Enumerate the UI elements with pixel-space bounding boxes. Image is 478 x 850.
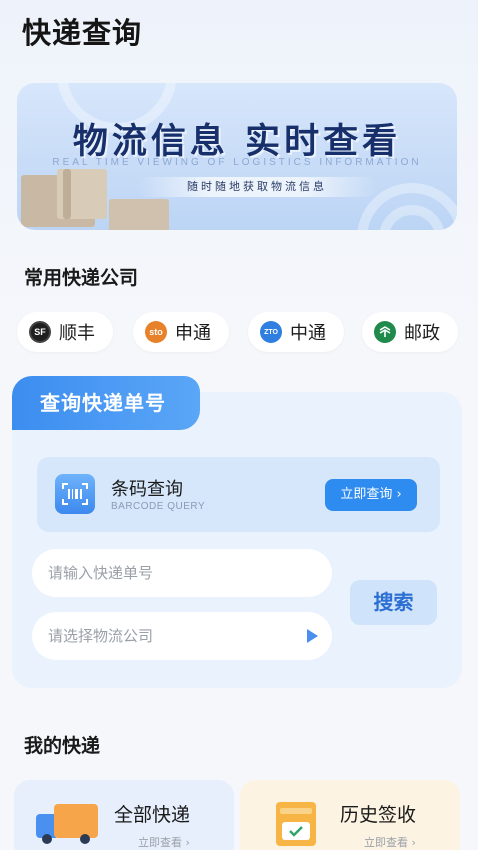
- barcode-scan-icon: [55, 474, 95, 514]
- china-post-logo-icon: [374, 321, 396, 343]
- my-express-section-title: 我的快递: [24, 735, 101, 757]
- company-chip-zto[interactable]: ZTO 中通: [248, 312, 344, 352]
- companies-section-title: 常用快递公司: [24, 267, 139, 289]
- all-express-title: 全部快递: [114, 804, 191, 826]
- banner-tagline: 随时随地获取物流信息: [137, 177, 377, 197]
- company-name: 邮政: [404, 323, 440, 344]
- barcode-query-panel[interactable]: 条码查询 BARCODE QUERY 立即查询 ›: [37, 457, 440, 532]
- query-now-button[interactable]: 立即查询 ›: [325, 479, 417, 511]
- company-select[interactable]: 请选择物流公司: [32, 612, 332, 660]
- banner-subtitle: REAL TIME VIEWING OF LOGISTICS INFORMATI…: [52, 157, 422, 168]
- sf-logo-icon: SF: [29, 321, 51, 343]
- company-chip-sto[interactable]: sto 申通: [133, 312, 229, 352]
- company-select-placeholder: 请选择物流公司: [48, 627, 154, 645]
- truck-icon: [36, 802, 100, 846]
- zto-logo-icon: ZTO: [260, 321, 282, 343]
- history-signed-title: 历史签收: [340, 804, 417, 826]
- company-name: 申通: [175, 323, 211, 344]
- barcode-title: 条码查询: [111, 479, 183, 500]
- sto-logo-icon: sto: [145, 321, 167, 343]
- history-signed-link[interactable]: 立即查看 ›: [364, 834, 416, 850]
- company-chip-ems[interactable]: 邮政: [362, 312, 458, 352]
- all-express-link[interactable]: 立即查看 ›: [138, 834, 190, 850]
- barcode-subtitle: BARCODE QUERY: [111, 501, 206, 512]
- query-tab-label: 查询快递单号: [12, 376, 200, 430]
- box-check-icon: [276, 802, 316, 846]
- company-name: 顺丰: [59, 323, 95, 344]
- tracking-number-input[interactable]: 请输入快递单号: [32, 549, 332, 597]
- company-name: 中通: [290, 323, 326, 344]
- page-title: 快递查询: [22, 16, 143, 50]
- all-express-card[interactable]: 全部快递 立即查看 ›: [14, 780, 234, 850]
- search-button[interactable]: 搜索: [350, 580, 437, 625]
- promo-banner[interactable]: 物流信息 实时查看 REAL TIME VIEWING OF LOGISTICS…: [17, 83, 457, 230]
- play-arrow-icon: [307, 629, 318, 643]
- history-signed-card[interactable]: 历史签收 立即查看 ›: [240, 780, 460, 850]
- company-chip-sf[interactable]: SF 顺丰: [17, 312, 113, 352]
